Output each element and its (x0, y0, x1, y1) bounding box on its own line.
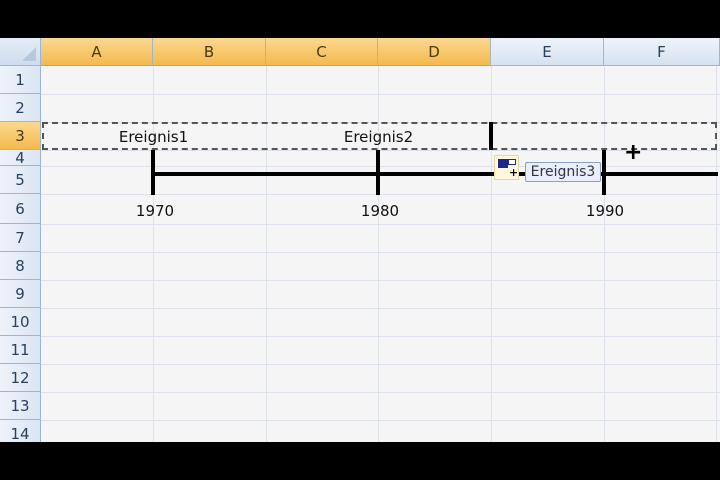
crosshair-cursor-icon: + (624, 140, 643, 165)
timeline-tick-1980[interactable] (376, 150, 380, 195)
row-header-10[interactable]: 10 (0, 308, 41, 336)
row-header-6[interactable]: 6 (0, 194, 41, 224)
gridline (41, 336, 720, 337)
row-header-13[interactable]: 13 (0, 392, 41, 420)
select-all-button[interactable] (0, 38, 41, 66)
row-header-2[interactable]: 2 (0, 94, 41, 122)
timeline-axis-line[interactable] (152, 172, 718, 176)
year-label-1990[interactable]: 1990 (555, 202, 655, 220)
row-header-1[interactable]: 1 (0, 66, 41, 94)
gridline (41, 280, 720, 281)
gridline (41, 308, 720, 309)
row-header-11[interactable]: 11 (0, 336, 41, 364)
row-header-8[interactable]: 8 (0, 252, 41, 280)
cell-c3[interactable]: Ereignis2 (266, 128, 491, 146)
row-header-12[interactable]: 12 (0, 364, 41, 392)
spreadsheet-grid[interactable]: A B C D E F 1 2 3 4 5 6 7 8 9 10 11 12 1… (0, 38, 720, 442)
gridline (41, 166, 720, 167)
paste-options-icon[interactable]: + (494, 155, 519, 180)
timeline-tick-1970[interactable] (151, 150, 155, 195)
drag-tooltip: Ereignis3 (525, 162, 601, 182)
gridline (41, 252, 720, 253)
column-header-d[interactable]: D (378, 38, 491, 66)
row-header-3[interactable]: 3 (0, 122, 41, 150)
row-header-9[interactable]: 9 (0, 280, 41, 308)
gridline (41, 194, 720, 195)
column-header-a[interactable]: A (41, 38, 153, 66)
column-header-b[interactable]: B (153, 38, 266, 66)
gridline (41, 392, 720, 393)
gridline (41, 420, 720, 421)
row-header-4[interactable]: 4 (0, 149, 41, 167)
gridline (41, 224, 720, 225)
timeline-marker-drag[interactable] (489, 122, 493, 150)
column-header-c[interactable]: C (266, 38, 378, 66)
row-header-14[interactable]: 14 (0, 420, 41, 442)
column-header-e[interactable]: E (491, 38, 604, 66)
timeline-tick-1990[interactable] (602, 150, 606, 195)
cell-a3[interactable]: Ereignis1 (41, 128, 266, 146)
year-label-1980[interactable]: 1980 (330, 202, 430, 220)
gridline (41, 150, 720, 151)
year-label-1970[interactable]: 1970 (105, 202, 205, 220)
row-header-7[interactable]: 7 (0, 224, 41, 252)
gridline (41, 364, 720, 365)
column-header-f[interactable]: F (604, 38, 720, 66)
gridline (41, 94, 720, 95)
row-header-5[interactable]: 5 (0, 166, 41, 194)
